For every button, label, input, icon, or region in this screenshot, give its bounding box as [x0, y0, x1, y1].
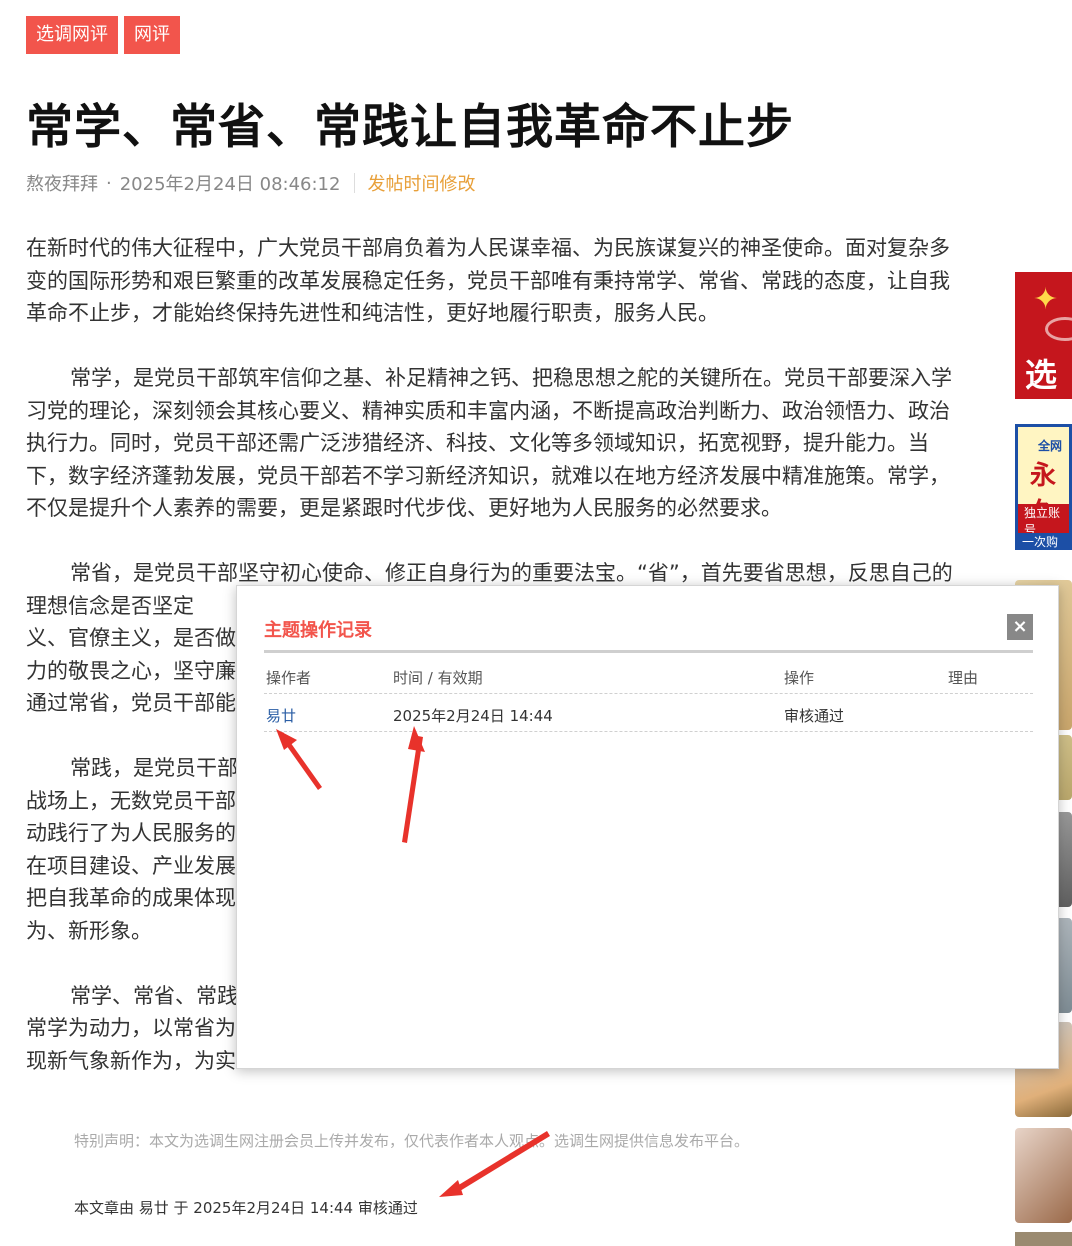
- ad-line: 全网: [1038, 439, 1063, 453]
- line: 常学、常省、常践: [70, 983, 238, 1008]
- line: 常学为动力，以常省为: [26, 1016, 236, 1040]
- line: 通过常省，党员干部能: [26, 691, 236, 715]
- line: 动践行了为人民服务的: [26, 821, 236, 845]
- line: 现新气象新作为，为实: [26, 1048, 236, 1073]
- column-action: 操作: [784, 669, 815, 687]
- column-reason: 理由: [948, 669, 979, 687]
- disclaimer-notice: 特别声明：本文为选调生网注册会员上传并发布，仅代表作者本人观点。选调生网提供信息…: [74, 1132, 750, 1150]
- line: 常践，是党员干部: [70, 756, 238, 780]
- star-icon: ✦: [1033, 282, 1059, 317]
- table-row: 易廿 2025年2月24日 14:44 审核通过: [264, 694, 1033, 732]
- article-title: 常学、常省、常践让自我革命不止步: [26, 100, 794, 155]
- paragraph-changxue: 常学，是党员干部筑牢信仰之基、补足精神之钙、把稳思想之舵的关键所在。党员干部要深…: [26, 366, 952, 520]
- paragraph-intro: 在新时代的伟大征程中，广大党员干部肩负着为人民谋幸福、为民族谋复兴的神圣使命。面…: [26, 236, 950, 325]
- post-date: 2025年2月24日 08:46:12: [119, 174, 341, 195]
- author-name[interactable]: 熬夜拜拜: [26, 170, 98, 196]
- ad-inner: 全网 永久 独立账号 一次购买: [1018, 427, 1069, 550]
- table-header: 操作者 时间 / 有效期 操作 理由: [264, 656, 1033, 694]
- edit-post-time-link[interactable]: 发帖时间修改: [367, 170, 475, 196]
- annotation-arrow-audit-head: [439, 1180, 463, 1197]
- line: 把自我革命的成果体现: [26, 886, 236, 910]
- ad-text: 选调: [1025, 356, 1058, 394]
- operation-action: 审核通过: [784, 707, 845, 725]
- sidebar-thumbnail[interactable]: [1015, 1128, 1072, 1223]
- operation-log-dialog: 主题操作记录 × 操作者 时间 / 有效期 操作 理由 易廿 2025年2月24…: [236, 585, 1059, 1069]
- tag-list: 选调网评 网评: [26, 16, 180, 54]
- meta-divider: [354, 173, 356, 193]
- line: 义、官僚主义，是否做: [26, 626, 236, 650]
- meta-separator-dot: ·: [106, 172, 112, 194]
- sidebar-thumbnail[interactable]: [1015, 1232, 1072, 1246]
- tag-wangping[interactable]: 网评: [124, 16, 180, 54]
- sidebar-ad-account[interactable]: 全网 永久 独立账号 一次购买: [1015, 424, 1072, 550]
- operator-link[interactable]: 易廿: [266, 705, 296, 726]
- operation-time: 2025年2月24日 14:44: [393, 707, 553, 725]
- line: 在项目建设、产业发展: [26, 853, 236, 878]
- ad-line: 一次购买: [1018, 533, 1069, 550]
- dialog-title-divider: [264, 650, 1033, 653]
- line: 战场上，无数党员干部: [26, 788, 236, 813]
- line: 为、新形象。: [26, 918, 152, 943]
- column-time: 时间 / 有效期: [393, 669, 483, 687]
- line: 力的敬畏之心，坚守廉: [26, 658, 236, 683]
- tag-xuandiao-wangping[interactable]: 选调网评: [26, 16, 118, 54]
- close-button[interactable]: ×: [1007, 614, 1033, 640]
- article-meta: 熬夜拜拜 · 2025年2月24日 08:46:12 发帖时间修改: [26, 170, 475, 196]
- audit-status-line: 本文章由 易廿 于 2025年2月24日 14:44 审核通过: [74, 1199, 418, 1217]
- dialog-title: 主题操作记录: [264, 620, 372, 641]
- column-operator: 操作者: [266, 669, 312, 687]
- sidebar-ad-banner[interactable]: ✦ 选调: [1015, 272, 1072, 399]
- ring-logo-icon: [1045, 317, 1072, 341]
